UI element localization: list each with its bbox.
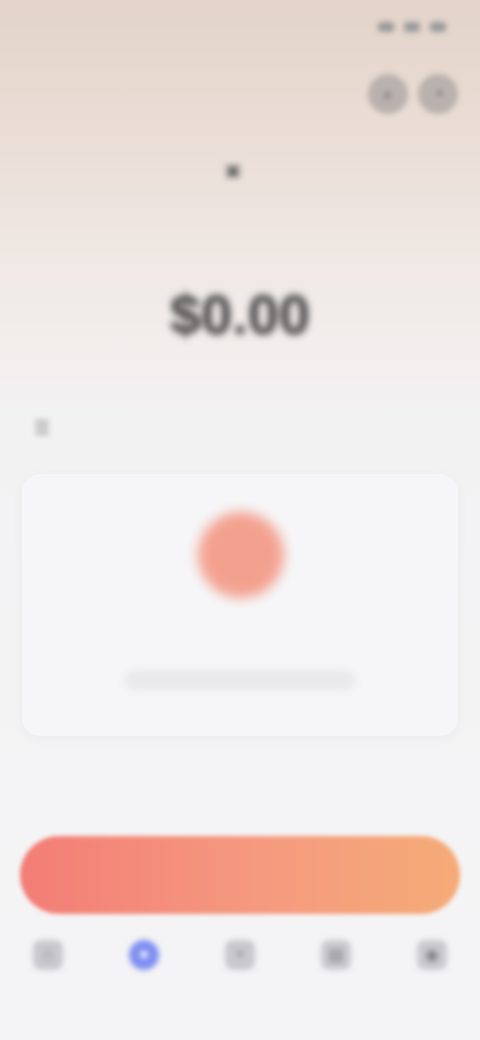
profile-icon: ◉ [417,940,447,970]
empty-state-card [22,474,458,736]
tab-add[interactable]: + [192,928,288,1040]
home-icon: ⌂ [33,940,63,970]
empty-state-subtitle [124,670,356,690]
chart-icon: ▤ [321,940,351,970]
list-icon[interactable]: ☰ [34,418,50,439]
header-actions: ⌕ ◔ [368,74,458,114]
battery-icon [430,22,446,32]
wifi-icon [404,22,420,32]
search-icon: ⌕ [382,83,394,104]
tab-stats[interactable]: ▤ [288,928,384,1040]
tab-wallet[interactable]: ● [96,928,192,1040]
status-bar [0,0,480,60]
empty-state-illustration [198,512,284,598]
section-header: ☰ [28,416,452,446]
bottom-tab-bar: ⌂ ● + ▤ ◉ [0,928,480,1040]
account-selector[interactable]: ▣ [0,150,480,190]
plus-icon: + [225,940,255,970]
wallet-icon: ▣ [224,159,242,180]
tab-home[interactable]: ⌂ [0,928,96,1040]
balance-amount: $0.00 [169,283,311,346]
primary-action-button[interactable] [20,836,460,914]
signal-icon [378,22,394,32]
tab-profile[interactable]: ◉ [384,928,480,1040]
header: ⌕ ◔ [0,70,480,120]
search-button[interactable]: ⌕ [368,74,408,114]
bell-icon: ◔ [432,83,444,104]
wallet-icon: ● [129,940,159,970]
notifications-button[interactable]: ◔ [418,74,458,114]
status-icons [378,22,446,32]
app-screen: ⌕ ◔ ▣ $0.00 ☰ ⌂ ● + ▤ ◉ [0,0,480,1040]
